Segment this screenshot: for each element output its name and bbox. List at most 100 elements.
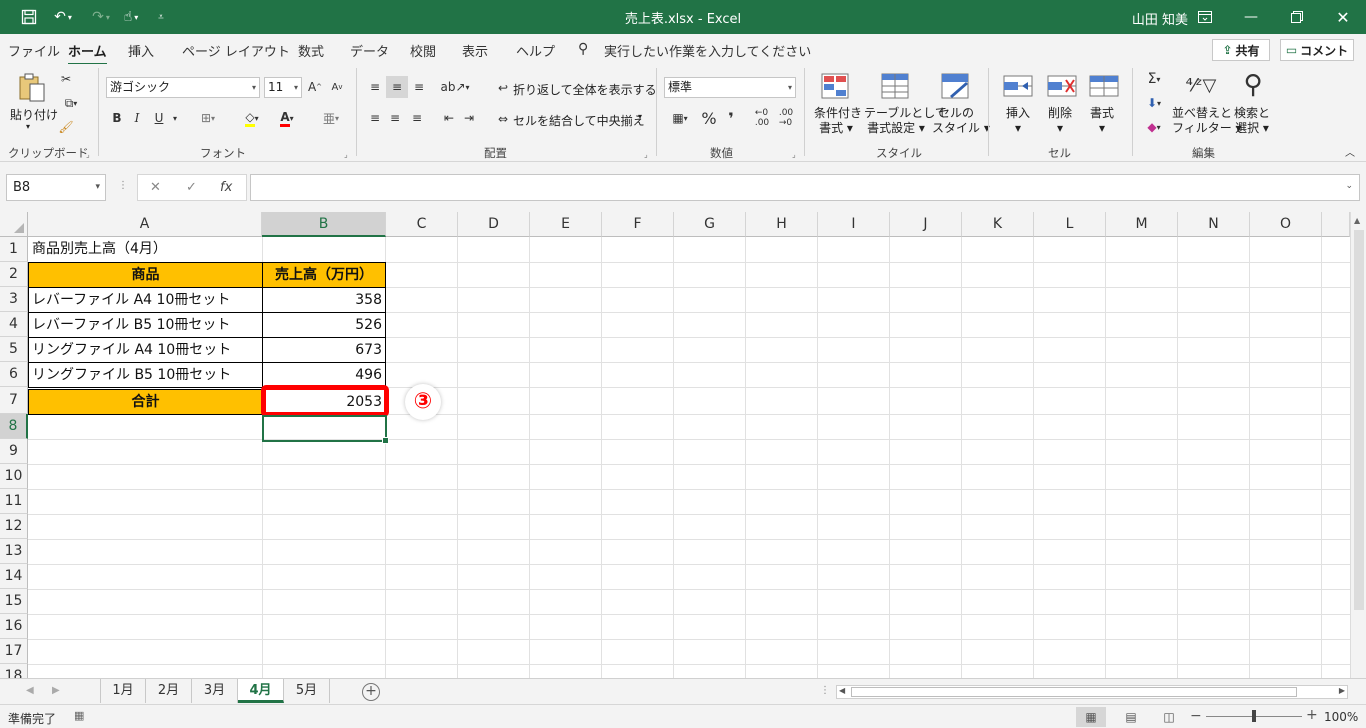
column-header-l[interactable]: L xyxy=(1034,212,1106,237)
column-header-g[interactable]: G xyxy=(674,212,746,237)
name-box[interactable]: B8 ▾ xyxy=(6,174,106,201)
comment-button[interactable]: ▭ コメント xyxy=(1280,39,1354,61)
tab-home[interactable]: ホーム xyxy=(68,41,107,66)
formula-input[interactable]: ⌄ xyxy=(250,174,1360,201)
insert-function-icon[interactable]: fx xyxy=(220,180,232,195)
zoom-out-icon[interactable]: − xyxy=(1190,708,1202,724)
cell-a6[interactable]: リングファイル B5 10冊セット xyxy=(28,362,263,388)
row-header-8[interactable]: 8 xyxy=(0,414,28,439)
clipboard-launcher-icon[interactable]: ⌟ xyxy=(86,150,90,159)
increase-font-size-icon[interactable]: A ^ xyxy=(306,78,324,96)
cell-a5[interactable]: リングファイル A4 10冊セット xyxy=(28,337,263,363)
page-break-preview-icon[interactable]: ◫ xyxy=(1154,707,1184,727)
add-sheet-icon[interactable]: + xyxy=(362,683,380,701)
horizontal-scroll-thumb[interactable] xyxy=(851,687,1297,697)
alignment-launcher-icon[interactable]: ⌟ xyxy=(644,150,648,159)
cell-b5[interactable]: 673 xyxy=(262,337,386,363)
tab-review[interactable]: 校閲 xyxy=(410,41,436,60)
prev-sheet-icon[interactable]: ◀ xyxy=(26,685,34,696)
column-header-e[interactable]: E xyxy=(530,212,602,237)
ribbon-display-options-icon[interactable] xyxy=(1192,4,1218,30)
paste-icon[interactable] xyxy=(16,72,48,102)
italic-button[interactable]: I xyxy=(128,109,146,127)
share-button[interactable]: ⇪ 共有 xyxy=(1212,39,1270,61)
page-layout-view-icon[interactable]: ▤ xyxy=(1116,707,1146,727)
minimize-icon[interactable]: — xyxy=(1238,4,1264,30)
fill-color-icon[interactable]: ◇ ▾ xyxy=(236,109,268,127)
number-format-select[interactable]: 標準 ▾ xyxy=(664,77,796,98)
clear-icon[interactable]: ◆ ▾ xyxy=(1140,118,1168,136)
autosum-icon[interactable]: Σ ▾ xyxy=(1140,70,1168,88)
align-bottom-icon[interactable]: ≡ xyxy=(410,78,428,96)
user-name[interactable]: 山田 知美 xyxy=(1132,9,1188,28)
align-top-icon[interactable]: ≡ xyxy=(366,78,384,96)
row-header-5[interactable]: 5 xyxy=(0,337,28,362)
column-header-j[interactable]: J xyxy=(890,212,962,237)
tab-view[interactable]: 表示 xyxy=(462,41,488,60)
sheet-tab-apr[interactable]: 4月 xyxy=(238,679,284,703)
zoom-level[interactable]: 100% xyxy=(1324,710,1358,724)
active-cell-b8[interactable] xyxy=(262,415,389,444)
insert-cells-button[interactable]: 挿入 ▾ xyxy=(1006,106,1030,136)
find-select-icon[interactable]: ⚲ xyxy=(1236,68,1270,102)
fill-icon[interactable]: ⬇ ▾ xyxy=(1140,94,1168,112)
row-header-12[interactable]: 12 xyxy=(0,514,28,539)
conditional-formatting-icon[interactable] xyxy=(820,72,852,102)
row-header-13[interactable]: 13 xyxy=(0,539,28,564)
column-header-n[interactable]: N xyxy=(1178,212,1250,237)
vertical-scroll-thumb[interactable] xyxy=(1354,230,1364,610)
increase-decimal-icon[interactable]: ←0.00 xyxy=(752,108,772,128)
phonetic-guide-icon[interactable]: 亜 ▾ xyxy=(316,109,346,127)
cell-a7-total-label[interactable]: 合計 xyxy=(28,389,263,415)
row-header-9[interactable]: 9 xyxy=(0,439,28,464)
comma-style-icon[interactable]: ❜ xyxy=(722,109,740,128)
row-header-1[interactable]: 1 xyxy=(0,237,28,262)
decrease-decimal-icon[interactable]: .00 →0 xyxy=(776,108,796,128)
cut-icon[interactable]: ✂ xyxy=(56,70,76,88)
cell-a2-header[interactable]: 商品 xyxy=(28,262,263,288)
increase-indent-icon[interactable]: ⇥ xyxy=(460,109,478,127)
column-header-o[interactable]: O xyxy=(1250,212,1322,237)
merge-dropdown-icon[interactable]: ▾ xyxy=(638,112,642,121)
merge-center-icon[interactable]: ⇔ xyxy=(494,110,512,128)
accounting-format-icon[interactable]: ▦ ▾ xyxy=(664,109,696,127)
bold-button[interactable]: B xyxy=(108,109,126,127)
enter-icon[interactable]: ✓ xyxy=(186,180,197,195)
next-sheet-icon[interactable]: ▶ xyxy=(52,685,60,696)
cell-a3[interactable]: レバーファイル A4 10冊セット xyxy=(28,287,263,313)
column-header-m[interactable]: M xyxy=(1106,212,1178,237)
cell-a4[interactable]: レバーファイル B5 10冊セット xyxy=(28,312,263,338)
wrap-text-button[interactable]: 折り返して全体を表示する xyxy=(513,81,657,98)
row-header-2[interactable]: 2 xyxy=(0,262,28,287)
cell-a1-title[interactable]: 商品別売上高（4月） xyxy=(32,237,167,262)
expand-formula-bar-icon[interactable]: ⌄ xyxy=(1345,181,1353,191)
tab-help[interactable]: ヘルプ xyxy=(516,41,555,60)
tab-insert[interactable]: 挿入 xyxy=(128,41,154,60)
copy-icon[interactable]: ⧉ ▾ xyxy=(56,94,86,112)
scroll-up-icon[interactable]: ▲ xyxy=(1354,216,1360,225)
cell-styles-icon[interactable] xyxy=(940,72,972,102)
find-select-button[interactable]: 検索と 選択 ▾ xyxy=(1230,106,1274,136)
cell-b3[interactable]: 358 xyxy=(262,287,386,313)
format-painter-icon[interactable]: 🖌 xyxy=(56,118,76,136)
worksheet-grid[interactable]: A B C D E F G H I J K L M N O 1 2 3 4 5 … xyxy=(0,212,1366,678)
scroll-left-icon[interactable]: ◀ xyxy=(839,686,845,695)
cell-styles-button[interactable]: セルの スタイル ▾ xyxy=(932,106,990,136)
row-header-11[interactable]: 11 xyxy=(0,489,28,514)
zoom-slider[interactable] xyxy=(1206,710,1302,722)
tab-file[interactable]: ファイル xyxy=(8,41,60,60)
column-header-c[interactable]: C xyxy=(386,212,458,237)
row-header-18[interactable]: 18 xyxy=(0,664,28,678)
format-as-table-icon[interactable] xyxy=(880,72,912,102)
column-header-k[interactable]: K xyxy=(962,212,1034,237)
row-header-4[interactable]: 4 xyxy=(0,312,28,337)
paste-dropdown-icon[interactable]: ▾ xyxy=(26,122,30,131)
row-header-17[interactable]: 17 xyxy=(0,639,28,664)
column-header-p[interactable] xyxy=(1322,212,1350,237)
sort-filter-icon[interactable]: ⁴⁄ᶻ▽ xyxy=(1184,70,1218,100)
row-header-7[interactable]: 7 xyxy=(0,387,28,414)
row-header-15[interactable]: 15 xyxy=(0,589,28,614)
close-icon[interactable]: ✕ xyxy=(1330,4,1356,30)
tab-formulas[interactable]: 数式 xyxy=(298,41,324,60)
tab-data[interactable]: データ xyxy=(350,41,389,60)
